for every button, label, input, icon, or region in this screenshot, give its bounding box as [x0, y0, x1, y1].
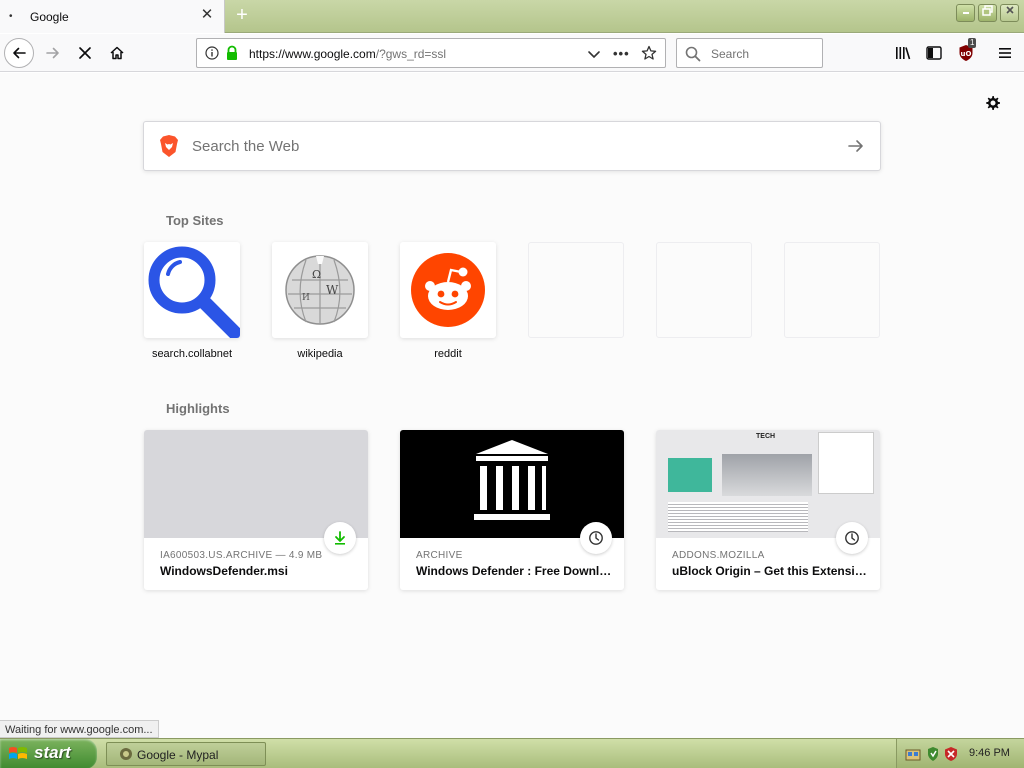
new-tab-page: Search the Web Top Sites Ω W И search.co… — [0, 73, 1024, 738]
thumb-popup-panel — [818, 432, 874, 494]
clock-icon — [580, 522, 612, 554]
home-icon — [110, 46, 124, 60]
url-path: /?gws_rd=ssl — [375, 47, 447, 61]
web-search-placeholder: Search the Web — [192, 138, 300, 155]
card-title: WindowsDefender.msi — [160, 564, 288, 578]
status-text: Waiting for www.google.com... — [0, 720, 159, 738]
highlight-card-archive[interactable]: ARCHIVE Windows Defender : Free Download… — [400, 430, 624, 590]
system-clock: 9:46 PM — [969, 747, 1010, 759]
top-site-label[interactable]: wikipedia — [272, 348, 368, 360]
tab-close-icon[interactable]: ✕ — [199, 7, 215, 23]
minimize-icon — [962, 12, 969, 14]
top-site-tile-reddit[interactable] — [400, 242, 496, 338]
sidebar-icon — [926, 46, 942, 60]
search-icon — [685, 46, 701, 67]
navigation-toolbar: https://www.google.com/?gws_rd=ssl ••• S… — [0, 34, 1024, 72]
thumb-image-teal — [668, 458, 712, 492]
windows-logo-icon — [8, 745, 28, 768]
top-site-label[interactable]: search.collabnet — [144, 348, 240, 360]
thumb-heading: TECH — [756, 433, 776, 440]
top-site-tile-wikipedia[interactable]: Ω W И — [272, 242, 368, 338]
padlock-icon[interactable] — [225, 45, 239, 66]
tab-loading-indicator: • — [9, 11, 13, 22]
thumb-text-lines — [668, 502, 808, 532]
url-text[interactable]: https://www.google.com/?gws_rd=ssl — [249, 47, 446, 61]
top-site-tile-empty[interactable] — [528, 242, 624, 338]
site-info-icon[interactable] — [205, 46, 219, 65]
svg-text:W: W — [326, 283, 339, 297]
web-search-box[interactable]: Search the Web — [143, 121, 881, 171]
search-bar[interactable]: Search — [676, 38, 823, 68]
restore-icon — [982, 5, 993, 16]
card-source: IA600503.US.ARCHIVE — 4.9 MB — [160, 550, 323, 561]
reddit-alien-icon — [411, 253, 485, 327]
system-tray: 9:46 PM — [896, 739, 1024, 768]
card-title: Windows Defender : Free Download, Borrow… — [416, 564, 616, 578]
window-close-button[interactable] — [1000, 4, 1019, 22]
address-bar[interactable]: https://www.google.com/?gws_rd=ssl ••• — [196, 38, 666, 68]
top-site-tile-empty[interactable] — [784, 242, 880, 338]
window-minimize-button[interactable] — [956, 4, 975, 22]
arrow-right-icon[interactable] — [846, 136, 866, 161]
highlight-card-ublock-origin[interactable]: TECH ADDONS.MOZILLA uBlock Origin – Get … — [656, 430, 880, 590]
top-site-tile-collabnet[interactable] — [144, 242, 240, 338]
top-site-tile-empty[interactable] — [656, 242, 752, 338]
windows-taskbar: start Google - Mypal 9:46 PM — [0, 738, 1024, 768]
svg-text:И: И — [302, 293, 310, 303]
wikipedia-globe-icon: Ω W И — [285, 255, 355, 325]
stop-x-icon — [79, 47, 91, 59]
ublock-origin-button[interactable]: uO 1 — [951, 38, 981, 68]
start-button[interactable]: start — [0, 739, 97, 768]
top-site-label[interactable]: reddit — [400, 348, 496, 360]
taskbar-item-label: Google - Mypal — [137, 748, 219, 762]
security-tray-icon[interactable] — [925, 746, 941, 767]
card-source: ARCHIVE — [416, 550, 463, 561]
top-sites-heading: Top Sites — [166, 213, 224, 228]
stop-button[interactable] — [70, 38, 100, 68]
sidebar-toggle-button[interactable] — [919, 38, 949, 68]
new-tab-button[interactable]: + — [232, 5, 252, 27]
highlights-heading: Highlights — [166, 401, 230, 416]
main-menu-button[interactable] — [990, 38, 1020, 68]
brave-lion-icon — [158, 134, 180, 163]
library-button[interactable] — [888, 38, 918, 68]
tab-google[interactable]: • Google ✕ — [0, 0, 225, 33]
arrow-right-icon — [46, 47, 59, 59]
gear-icon[interactable] — [984, 94, 1002, 117]
ublock-blocked-count: 1 — [968, 38, 977, 48]
forward-button[interactable] — [38, 38, 68, 68]
download-icon — [324, 522, 356, 554]
back-button[interactable] — [4, 38, 34, 68]
search-placeholder: Search — [711, 47, 750, 61]
bookmark-star-icon[interactable] — [641, 45, 657, 66]
magnifier-icon — [148, 246, 240, 338]
clock-icon — [836, 522, 868, 554]
card-source: ADDONS.MOZILLA — [672, 550, 765, 561]
network-tray-icon[interactable] — [905, 746, 921, 767]
window-restore-button[interactable] — [978, 4, 997, 22]
highlight-card-windowsdefender-msi[interactable]: IA600503.US.ARCHIVE — 4.9 MB WindowsDefe… — [144, 430, 368, 590]
start-label: start — [34, 743, 71, 762]
arrow-left-icon — [13, 47, 26, 59]
taskbar-item-mypal[interactable]: Google - Mypal — [106, 742, 266, 766]
library-icon — [896, 47, 911, 60]
hamburger-menu-icon — [999, 48, 1011, 58]
card-title: uBlock Origin – Get this Extension for F… — [672, 564, 872, 578]
chevron-down-icon[interactable] — [587, 47, 601, 66]
mypal-app-icon — [119, 747, 133, 766]
home-button[interactable] — [102, 38, 132, 68]
svg-text:Ω: Ω — [312, 268, 321, 281]
tab-title: Google — [30, 10, 69, 24]
shield-warning-tray-icon[interactable] — [943, 746, 959, 767]
svg-text:uO: uO — [961, 50, 972, 58]
page-actions-more-icon[interactable]: ••• — [613, 46, 630, 61]
thumb-image-car — [722, 454, 812, 496]
url-host: https://www.google.com — [249, 47, 376, 61]
close-icon — [1005, 6, 1014, 14]
tab-strip: • Google ✕ + — [0, 0, 1024, 33]
